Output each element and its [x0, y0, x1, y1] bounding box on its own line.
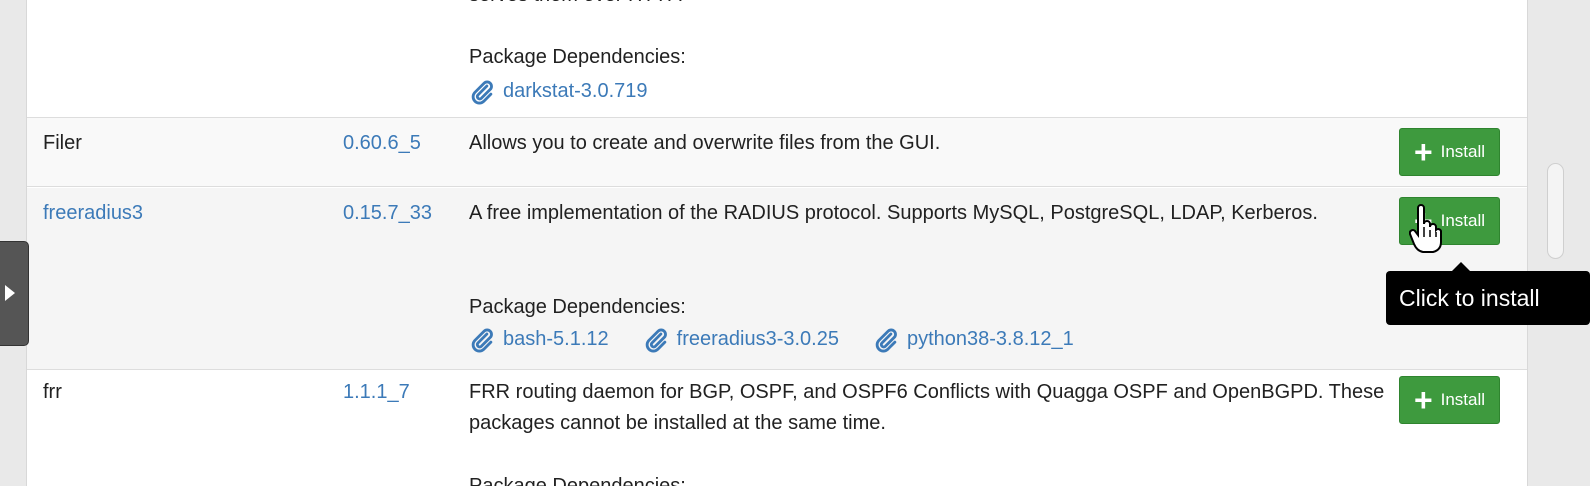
- packages-table: serves them over HTTP. Package Dependenc…: [26, 0, 1528, 486]
- paperclip-icon: [471, 328, 493, 352]
- package-description: Allows you to create and overwrite files…: [469, 132, 941, 154]
- dependencies-label: Package Dependencies:: [469, 475, 686, 486]
- paperclip-icon: [875, 328, 897, 352]
- dependency-list: bash-5.1.12 freeradius3-3.0.25 python38-…: [469, 324, 1108, 355]
- package-name: Filer: [43, 132, 82, 154]
- install-button[interactable]: + Install: [1399, 128, 1500, 176]
- paperclip-icon: [645, 328, 667, 352]
- package-description: FRR routing daemon for BGP, OSPF, and OS…: [469, 381, 1385, 434]
- paperclip-icon: [471, 80, 493, 104]
- package-version-link[interactable]: 0.60.6_5: [343, 128, 421, 159]
- tooltip-text: Click to install: [1399, 284, 1540, 311]
- table-row: freeradius3 0.15.7_33 A free implementat…: [27, 188, 1527, 370]
- sidebar-toggle-button[interactable]: [0, 241, 29, 346]
- hand-cursor-icon: [1409, 204, 1442, 253]
- plus-icon: +: [1413, 134, 1433, 170]
- chevron-right-icon: [5, 285, 15, 301]
- package-description: A free implementation of the RADIUS prot…: [469, 202, 1318, 224]
- install-button[interactable]: + Install: [1399, 376, 1500, 424]
- dependency-link[interactable]: bash-5.1.12: [469, 324, 609, 355]
- table-row: Filer 0.60.6_5 Allows you to create and …: [27, 118, 1527, 187]
- dependency-list: darkstat-3.0.719: [469, 76, 682, 107]
- dependency-label: darkstat-3.0.719: [503, 80, 648, 102]
- table-row: serves them over HTTP. Package Dependenc…: [27, 0, 1527, 118]
- install-button-label: Install: [1440, 142, 1486, 161]
- dependencies-label: Package Dependencies:: [469, 296, 686, 318]
- dependency-label: bash-5.1.12: [503, 328, 609, 350]
- scrollbar-thumb[interactable]: [1547, 163, 1564, 259]
- table-row: frr 1.1.1_7 FRR routing daemon for BGP, …: [27, 371, 1527, 486]
- dependency-link[interactable]: freeradius3-3.0.25: [643, 324, 839, 355]
- install-button-label: Install: [1440, 390, 1486, 409]
- plus-icon: +: [1413, 382, 1433, 418]
- dependency-link[interactable]: darkstat-3.0.719: [469, 76, 648, 107]
- tooltip-arrow: [1452, 262, 1470, 271]
- install-tooltip: Click to install: [1386, 262, 1590, 325]
- dependencies-label: Package Dependencies:: [469, 46, 686, 68]
- dependency-label: freeradius3-3.0.25: [676, 328, 839, 350]
- package-description: serves them over HTTP.: [469, 0, 1394, 11]
- dependency-label: python38-3.8.12_1: [906, 328, 1074, 350]
- package-name-link[interactable]: freeradius3: [43, 198, 143, 229]
- package-version-link[interactable]: 1.1.1_7: [343, 377, 410, 408]
- install-button-label: Install: [1440, 211, 1486, 230]
- dependency-link[interactable]: python38-3.8.12_1: [873, 324, 1074, 355]
- package-version-link[interactable]: 0.15.7_33: [343, 198, 432, 229]
- package-name: frr: [43, 381, 62, 403]
